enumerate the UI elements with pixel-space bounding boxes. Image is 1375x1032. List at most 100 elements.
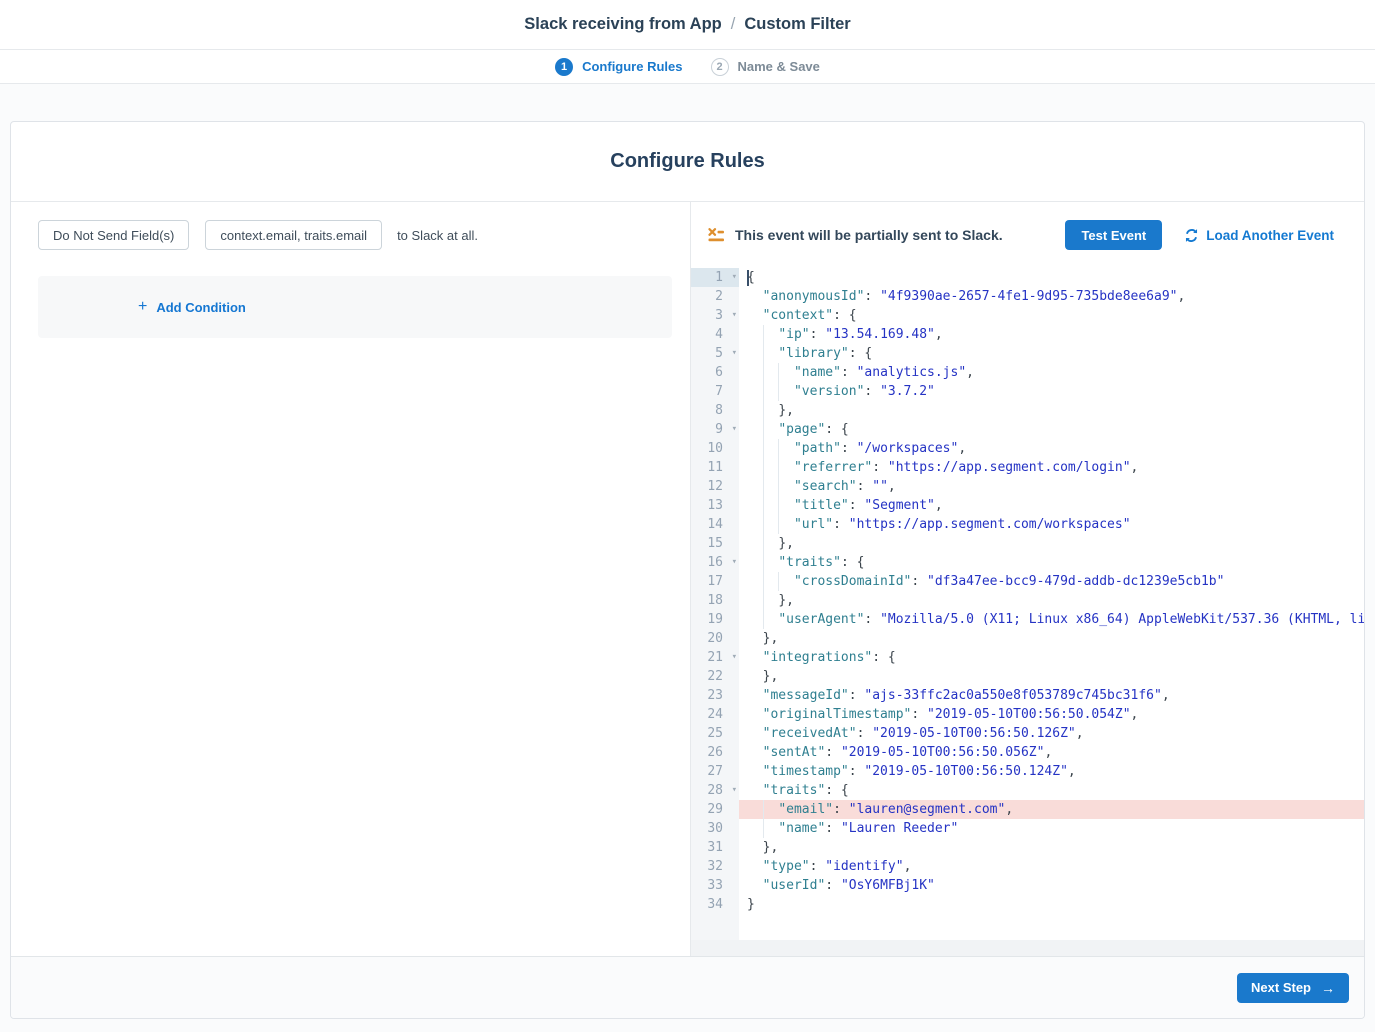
code-line[interactable]: 29 "email": "lauren@segment.com", (691, 800, 1364, 819)
next-step-label: Next Step (1251, 980, 1311, 995)
step-1-label: Configure Rules (582, 59, 682, 74)
code-line[interactable]: 4 "ip": "13.54.169.48", (691, 325, 1364, 344)
code-line[interactable]: 13 "title": "Segment", (691, 496, 1364, 515)
next-step-button[interactable]: Next Step → (1237, 973, 1349, 1003)
code-line[interactable]: 3▾ "context": { (691, 306, 1364, 325)
code-line[interactable]: 24 "originalTimestamp": "2019-05-10T00:5… (691, 705, 1364, 724)
line-number: 3▾ (691, 306, 739, 325)
code-line[interactable]: 19 "userAgent": "Mozilla/5.0 (X11; Linux… (691, 610, 1364, 629)
rule-suffix-text: to Slack at all. (397, 228, 478, 243)
test-event-button[interactable]: Test Event (1065, 220, 1162, 250)
rule-builder-panel: Do Not Send Field(s) context.email, trai… (11, 202, 691, 956)
code-line[interactable]: 18 }, (691, 591, 1364, 610)
code-line[interactable]: 32 "type": "identify", (691, 857, 1364, 876)
code-line[interactable]: 9▾ "page": { (691, 420, 1364, 439)
breadcrumb: Slack receiving from App/Custom Filter (524, 15, 850, 34)
line-number: 25 (691, 724, 739, 743)
code-line[interactable]: 33 "userId": "OsY6MFBj1K" (691, 876, 1364, 895)
line-number: 15 (691, 534, 739, 553)
event-header: This event will be partially sent to Sla… (691, 202, 1364, 268)
code-line[interactable]: 25 "receivedAt": "2019-05-10T00:56:50.12… (691, 724, 1364, 743)
line-number: 2 (691, 287, 739, 306)
line-number: 9▾ (691, 420, 739, 439)
code-line[interactable]: 10 "path": "/workspaces", (691, 439, 1364, 458)
line-number: 20 (691, 629, 739, 648)
code-line[interactable]: 14 "url": "https://app.segment.com/works… (691, 515, 1364, 534)
fold-toggle-icon[interactable]: ▾ (732, 553, 737, 572)
editor-horizontal-scrollbar[interactable] (691, 940, 1364, 956)
arrow-right-icon: → (1321, 980, 1335, 996)
code-line[interactable]: 23 "messageId": "ajs-33ffc2ac0a550e8f053… (691, 686, 1364, 705)
json-code-editor[interactable]: 1▾{2 "anonymousId": "4f9390ae-2657-4fe1-… (691, 268, 1364, 940)
line-number: 6 (691, 363, 739, 382)
line-number: 28▾ (691, 781, 739, 800)
wizard-stepper: 1 Configure Rules 2 Name & Save (0, 50, 1375, 84)
add-condition-button[interactable]: + Add Condition (138, 299, 246, 315)
code-line[interactable]: 5▾ "library": { (691, 344, 1364, 363)
line-number: 27 (691, 762, 739, 781)
breadcrumb-current: Custom Filter (744, 15, 850, 33)
code-line[interactable]: 15 }, (691, 534, 1364, 553)
event-status-text: This event will be partially sent to Sla… (735, 227, 1003, 243)
code-line[interactable]: 12 "search": "", (691, 477, 1364, 496)
line-number: 17 (691, 572, 739, 591)
fold-toggle-icon[interactable]: ▾ (732, 344, 737, 363)
rule-row: Do Not Send Field(s) context.email, trai… (38, 220, 672, 250)
code-line[interactable]: 26 "sentAt": "2019-05-10T00:56:50.056Z", (691, 743, 1364, 762)
line-number: 14 (691, 515, 739, 534)
step-name-save[interactable]: 2 Name & Save (711, 58, 820, 76)
add-condition-area: + Add Condition (38, 276, 672, 338)
breadcrumb-source: Slack receiving from App (524, 15, 721, 33)
card-footer: Next Step → (11, 956, 1364, 1018)
fold-toggle-icon[interactable]: ▾ (732, 306, 737, 325)
line-number: 24 (691, 705, 739, 724)
line-number: 21▾ (691, 648, 739, 667)
add-condition-label: Add Condition (156, 300, 246, 315)
fields-input[interactable]: context.email, traits.email (205, 220, 382, 250)
line-number: 33 (691, 876, 739, 895)
line-number: 26 (691, 743, 739, 762)
fold-toggle-icon[interactable]: ▾ (732, 268, 737, 287)
code-line[interactable]: 34} (691, 895, 1364, 914)
code-line[interactable]: 11 "referrer": "https://app.segment.com/… (691, 458, 1364, 477)
step-2-badge: 2 (711, 58, 729, 76)
fold-toggle-icon[interactable]: ▾ (732, 648, 737, 667)
code-line[interactable]: 17 "crossDomainId": "df3a47ee-bcc9-479d-… (691, 572, 1364, 591)
line-number: 1▾ (691, 268, 739, 287)
line-number: 29 (691, 800, 739, 819)
card-header: Configure Rules (11, 122, 1364, 202)
code-line[interactable]: 20 }, (691, 629, 1364, 648)
code-line[interactable]: 7 "version": "3.7.2" (691, 382, 1364, 401)
code-line[interactable]: 16▾ "traits": { (691, 553, 1364, 572)
code-line[interactable]: 6 "name": "analytics.js", (691, 363, 1364, 382)
line-number: 4 (691, 325, 739, 344)
fold-toggle-icon[interactable]: ▾ (732, 420, 737, 439)
field-action-dropdown[interactable]: Do Not Send Field(s) (38, 220, 189, 250)
code-line[interactable]: 2 "anonymousId": "4f9390ae-2657-4fe1-9d9… (691, 287, 1364, 306)
refresh-icon (1184, 228, 1199, 243)
line-number: 23 (691, 686, 739, 705)
code-line[interactable]: 27 "timestamp": "2019-05-10T00:56:50.124… (691, 762, 1364, 781)
line-number: 16▾ (691, 553, 739, 572)
code-line[interactable]: 22 }, (691, 667, 1364, 686)
line-number: 19 (691, 610, 739, 629)
plus-icon: + (138, 299, 147, 315)
line-number: 7 (691, 382, 739, 401)
line-number: 31 (691, 838, 739, 857)
fold-toggle-icon[interactable]: ▾ (732, 781, 737, 800)
line-number: 32 (691, 857, 739, 876)
step-1-badge: 1 (555, 58, 573, 76)
page-header: Slack receiving from App/Custom Filter (0, 0, 1375, 50)
step-configure-rules[interactable]: 1 Configure Rules (555, 58, 682, 76)
line-number: 11 (691, 458, 739, 477)
code-line[interactable]: 30 "name": "Lauren Reeder" (691, 819, 1364, 838)
code-line[interactable]: 8 }, (691, 401, 1364, 420)
code-line[interactable]: 31 }, (691, 838, 1364, 857)
configure-rules-card: Configure Rules Do Not Send Field(s) con… (10, 121, 1365, 1019)
code-line[interactable]: 28▾ "traits": { (691, 781, 1364, 800)
code-line[interactable]: 21▾ "integrations": { (691, 648, 1364, 667)
line-number: 30 (691, 819, 739, 838)
code-line[interactable]: 1▾{ (691, 268, 1364, 287)
line-number: 18 (691, 591, 739, 610)
load-another-event-link[interactable]: Load Another Event (1184, 228, 1334, 243)
